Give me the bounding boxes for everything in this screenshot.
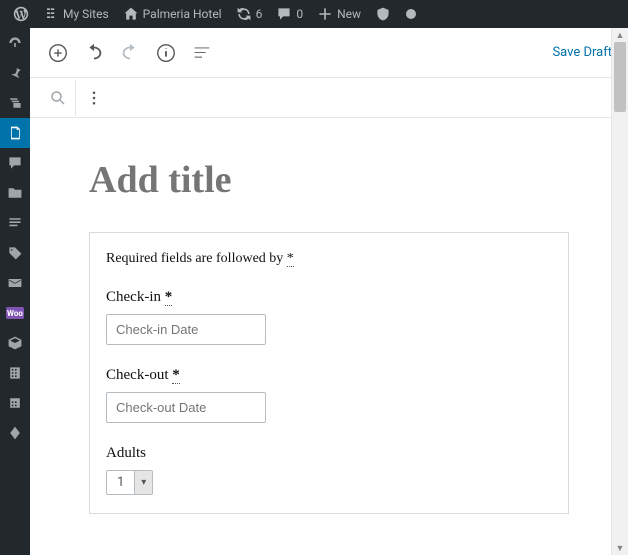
checkin-label: Check-in *	[106, 289, 552, 306]
booking-form-block: Required fields are followed by * Check-…	[89, 232, 569, 514]
circle-icon	[405, 8, 417, 20]
home-network-icon	[43, 6, 59, 22]
comment-icon	[276, 6, 292, 22]
sidebar-mail[interactable]	[0, 268, 30, 298]
checkout-label: Check-out *	[106, 367, 552, 384]
updates-icon	[236, 6, 252, 22]
my-sites-label: My Sites	[63, 7, 109, 21]
add-block-button[interactable]	[40, 35, 76, 71]
new-label: New	[337, 7, 361, 21]
checkout-date-input[interactable]	[106, 392, 266, 423]
post-title-input[interactable]	[89, 158, 569, 202]
block-options-button[interactable]	[76, 80, 112, 116]
updates-item[interactable]: 6	[229, 0, 270, 28]
adults-field: Adults 1 ▾	[106, 445, 552, 495]
checkin-field: Check-in *	[106, 289, 552, 345]
extra-item[interactable]	[398, 0, 424, 28]
adults-select[interactable]: 1 ▾	[106, 470, 153, 495]
wordpress-logo-item[interactable]	[6, 0, 36, 28]
sidebar-pages[interactable]	[0, 118, 30, 148]
editor: Save Draft Required fields are followed …	[30, 28, 628, 555]
comments-count: 0	[296, 7, 303, 21]
undo-button[interactable]	[76, 35, 112, 71]
checkin-date-input[interactable]	[106, 314, 266, 345]
checkout-field: Check-out *	[106, 367, 552, 423]
updates-count: 6	[256, 7, 263, 21]
sidebar-calendar[interactable]	[0, 388, 30, 418]
adults-label: Adults	[106, 445, 552, 462]
required-note: Required fields are followed by *	[106, 251, 552, 267]
scroll-down-arrow[interactable]: ▼	[612, 541, 628, 555]
redo-button[interactable]	[112, 35, 148, 71]
info-button[interactable]	[148, 35, 184, 71]
sidebar-pin[interactable]	[0, 58, 30, 88]
outline-button[interactable]	[184, 35, 220, 71]
sidebar-tag[interactable]	[0, 238, 30, 268]
scroll-thumb[interactable]	[614, 42, 626, 112]
admin-sidebar: Woo	[0, 28, 30, 555]
sidebar-media[interactable]	[0, 88, 30, 118]
comments-item[interactable]: 0	[269, 0, 310, 28]
wordpress-logo-icon	[13, 6, 29, 22]
my-sites-item[interactable]: My Sites	[36, 0, 116, 28]
admin-bar: My Sites Palmeria Hotel 6 0 New	[0, 0, 628, 28]
site-name-item[interactable]: Palmeria Hotel	[116, 0, 229, 28]
sidebar-folder[interactable]	[0, 178, 30, 208]
sidebar-woocommerce[interactable]: Woo	[0, 298, 30, 328]
editor-toolbar: Save Draft	[30, 28, 628, 78]
vertical-scrollbar[interactable]: ▲ ▼	[611, 28, 628, 555]
new-item[interactable]: New	[310, 0, 368, 28]
sidebar-products[interactable]	[0, 328, 30, 358]
chevron-down-icon: ▾	[134, 471, 152, 494]
shield-icon	[375, 6, 391, 22]
scroll-up-arrow[interactable]: ▲	[612, 28, 628, 42]
adults-value: 1	[107, 471, 134, 494]
sidebar-dashboard[interactable]	[0, 28, 30, 58]
save-draft-button[interactable]: Save Draft	[546, 45, 618, 60]
block-toolbar	[30, 78, 628, 118]
site-name-label: Palmeria Hotel	[143, 7, 222, 21]
sidebar-building[interactable]	[0, 358, 30, 388]
home-icon	[123, 6, 139, 22]
block-search-button[interactable]	[40, 80, 76, 116]
sidebar-forms[interactable]	[0, 208, 30, 238]
plus-icon	[317, 6, 333, 22]
sidebar-more[interactable]	[0, 418, 30, 448]
editor-canvas[interactable]: Required fields are followed by * Check-…	[30, 118, 628, 555]
woocommerce-icon: Woo	[6, 307, 24, 319]
sidebar-comments[interactable]	[0, 148, 30, 178]
shield-item[interactable]	[368, 0, 398, 28]
